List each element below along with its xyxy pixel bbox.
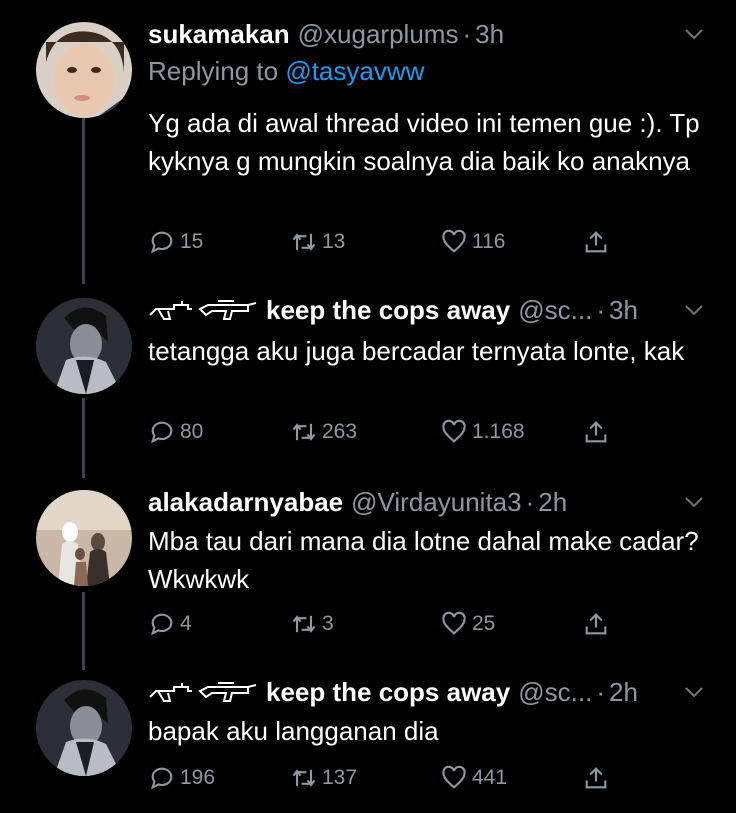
reply-button[interactable]: 196: [148, 764, 215, 792]
display-name[interactable]: sukamakan: [148, 19, 290, 50]
mention-link[interactable]: @tasyavww: [285, 56, 424, 86]
retweet-button[interactable]: 263: [290, 418, 357, 446]
reply-icon: [150, 421, 173, 444]
tweet[interactable]: keep the cops away @sc... · 2h bapak aku…: [0, 672, 736, 810]
chevron-down-icon[interactable]: [682, 298, 706, 322]
user-handle[interactable]: @sc...: [518, 677, 592, 708]
like-button[interactable]: 25: [440, 610, 495, 638]
tweet-actions: 80 263 1.168: [148, 418, 618, 448]
tweet-actions: 196 137 441: [148, 764, 618, 794]
share-icon: [585, 231, 607, 253]
like-count: 25: [472, 612, 496, 635]
retweet-icon: [292, 423, 316, 441]
replying-to: Replying to @tasyavww: [148, 56, 424, 87]
tweet[interactable]: alakadarnyabae @Virdayunita3 · 2h Mba ta…: [0, 482, 736, 662]
share-button[interactable]: [582, 228, 614, 256]
tweet-text: Mba tau dari mana dia lotne dahal make c…: [148, 526, 699, 594]
retweet-count: 263: [322, 420, 358, 443]
like-button[interactable]: 1.168: [440, 418, 525, 446]
share-button[interactable]: [582, 764, 614, 792]
like-icon: [442, 765, 466, 789]
separator-dot: ·: [596, 676, 605, 707]
retweet-icon: [292, 769, 316, 787]
share-button[interactable]: [582, 610, 614, 638]
chevron-down-icon[interactable]: [682, 490, 706, 514]
tweet-header: keep the cops away @sc... · 2h: [148, 672, 696, 712]
retweet-count: 3: [322, 612, 334, 635]
separator-dot: ·: [525, 486, 535, 517]
display-name[interactable]: alakadarnyabae: [148, 487, 343, 518]
tweet[interactable]: keep the cops away @sc... · 3h tetangga …: [0, 290, 736, 470]
avatar[interactable]: [36, 490, 132, 586]
like-button[interactable]: 116: [440, 228, 505, 256]
like-icon: [442, 229, 466, 253]
share-icon: [585, 613, 607, 635]
tweet-actions: 4 3 25: [148, 610, 618, 640]
replying-to-label: Replying to: [148, 56, 279, 86]
reply-count: 80: [180, 420, 204, 443]
tweet-header: sukamakan @xugarplums · 3h: [148, 14, 696, 54]
reply-count: 15: [180, 230, 204, 253]
like-count: 1.168: [472, 420, 525, 443]
reply-thread: sukamakan @xugarplums · 3h Replying to @…: [0, 0, 736, 813]
tweet-text: tetangga aku juga bercadar ternyata lont…: [148, 336, 685, 366]
reply-count: 4: [180, 612, 192, 635]
chevron-down-icon[interactable]: [682, 22, 706, 46]
retweet-count: 137: [322, 766, 358, 789]
tweet-header: alakadarnyabae @Virdayunita3 · 2h: [148, 482, 696, 522]
share-icon: [585, 421, 607, 443]
retweet-icon: [292, 615, 316, 633]
user-handle[interactable]: @xugarplums: [298, 19, 459, 50]
avatar[interactable]: [36, 298, 132, 394]
like-icon: [442, 611, 466, 635]
like-button[interactable]: 441: [440, 764, 507, 792]
timestamp[interactable]: 2h: [609, 677, 638, 708]
user-handle[interactable]: @Virdayunita3: [351, 487, 521, 518]
reply-icon: [150, 767, 173, 790]
chevron-down-icon[interactable]: [682, 680, 706, 704]
reply-button[interactable]: 80: [148, 418, 203, 446]
user-handle[interactable]: @sc...: [518, 295, 592, 326]
display-name[interactable]: keep the cops away: [266, 295, 510, 326]
retweet-button[interactable]: 3: [290, 610, 334, 638]
retweet-button[interactable]: 137: [290, 764, 357, 792]
like-count: 441: [472, 766, 508, 789]
gun-emoji-icon: [148, 677, 258, 707]
share-icon: [585, 767, 607, 789]
reply-button[interactable]: 15: [148, 228, 203, 256]
reply-button[interactable]: 4: [148, 610, 192, 638]
timestamp[interactable]: 2h: [538, 487, 567, 518]
tweet-text: Yg ada di awal thread video ini temen gu…: [148, 108, 700, 176]
timestamp[interactable]: 3h: [475, 19, 504, 50]
retweet-count: 13: [322, 230, 346, 253]
avatar[interactable]: [36, 680, 132, 776]
separator-dot: ·: [462, 18, 472, 49]
reply-icon: [150, 613, 173, 636]
tweet-header: keep the cops away @sc... · 3h: [148, 290, 696, 330]
retweet-icon: [292, 233, 316, 251]
timestamp[interactable]: 3h: [609, 295, 638, 326]
retweet-button[interactable]: 13: [290, 228, 345, 256]
tweet[interactable]: sukamakan @xugarplums · 3h Replying to @…: [0, 14, 736, 276]
like-count: 116: [472, 230, 506, 253]
gun-emoji-icon: [148, 295, 258, 325]
display-name[interactable]: keep the cops away: [266, 677, 510, 708]
share-button[interactable]: [582, 418, 614, 446]
like-icon: [442, 419, 466, 443]
reply-count: 196: [180, 766, 216, 789]
reply-icon: [150, 231, 173, 254]
tweet-actions: 15 13 116: [148, 228, 618, 258]
avatar[interactable]: [36, 22, 132, 118]
tweet-text: bapak aku langganan dia: [148, 716, 439, 746]
separator-dot: ·: [596, 294, 605, 325]
